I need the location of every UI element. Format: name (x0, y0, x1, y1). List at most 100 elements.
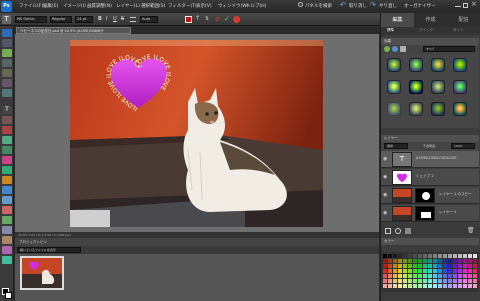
color-swatch[interactable] (407, 268, 412, 273)
color-swatch[interactable] (462, 263, 467, 268)
commit-icon[interactable]: ✓ (224, 15, 230, 23)
color-swatch[interactable] (422, 253, 427, 258)
color-swatch-grid[interactable] (381, 252, 479, 288)
color-swatch[interactable] (457, 268, 462, 273)
effect-thumbnail-3[interactable] (431, 58, 445, 72)
color-swatch[interactable] (392, 283, 397, 288)
color-swatch[interactable] (387, 273, 392, 278)
color-swatch[interactable] (447, 268, 452, 273)
color-swatch[interactable] (407, 263, 412, 268)
spot-healing-tool-icon[interactable] (2, 136, 12, 144)
color-swatch[interactable] (397, 278, 402, 283)
menu-enhance[interactable]: 画質調整(N) (87, 3, 112, 9)
font-style-select[interactable]: Regular (50, 16, 72, 23)
search-icon[interactable] (298, 2, 303, 7)
color-swatch[interactable] (472, 278, 477, 283)
color-swatch[interactable] (412, 273, 417, 278)
tab-share[interactable]: 配信 (447, 13, 480, 27)
color-swatch[interactable] (422, 273, 427, 278)
font-family-select[interactable]: MS Gothic (15, 16, 47, 23)
color-swatch[interactable] (417, 268, 422, 273)
color-swatch[interactable] (382, 273, 387, 278)
color-swatch[interactable] (387, 278, 392, 283)
color-swatch[interactable] (457, 283, 462, 288)
color-swatch[interactable] (442, 268, 447, 273)
color-swatch[interactable] (452, 253, 457, 258)
color-swatch[interactable] (387, 263, 392, 268)
color-swatch[interactable] (462, 258, 467, 263)
color-swatch[interactable] (462, 273, 467, 278)
color-swatch[interactable] (387, 283, 392, 288)
color-swatch[interactable] (422, 258, 427, 263)
color-swatch[interactable] (412, 258, 417, 263)
undo-button[interactable]: 取り消し (349, 3, 367, 9)
color-swatch[interactable] (437, 278, 442, 283)
lasso-tool-icon[interactable] (2, 69, 12, 77)
project-bin-header[interactable]: プロジェクトビン (15, 238, 379, 246)
crop-tool-icon[interactable] (2, 116, 12, 124)
color-swatch[interactable] (382, 258, 387, 263)
color-swatch[interactable] (437, 273, 442, 278)
cancel-icon[interactable]: ⊘ (215, 16, 220, 23)
color-swatch[interactable] (467, 263, 472, 268)
color-swatch[interactable] (472, 263, 477, 268)
subtab-guided[interactable]: ガイド (453, 28, 464, 33)
gradient-tool-icon[interactable] (2, 196, 12, 204)
photo-canvas[interactable]: ILOVE ILOVE ILOVE ILOVE ILOVE ILOVE ILOV… (70, 40, 323, 227)
color-swatch[interactable] (447, 253, 452, 258)
color-swatch[interactable] (412, 263, 417, 268)
color-swatch[interactable] (412, 253, 417, 258)
color-panel-header[interactable]: カラー (381, 238, 479, 245)
color-swatch[interactable] (417, 258, 422, 263)
effect-thumbnail-1[interactable] (387, 58, 401, 72)
color-swatch[interactable] (397, 268, 402, 273)
effect-thumbnail-10[interactable] (409, 102, 423, 116)
color-swatch[interactable] (392, 268, 397, 273)
color-swatch[interactable] (432, 268, 437, 273)
color-swatch[interactable] (417, 263, 422, 268)
color-swatch[interactable] (442, 263, 447, 268)
eye-icon[interactable]: ◉ (383, 174, 389, 180)
document-tab[interactable]: ベビーネコの記念日.psd @ 42.9% (ILOVE,RGB/8)* (16, 27, 131, 34)
align-left-icon[interactable] (130, 17, 136, 22)
menu-window[interactable]: ウィンドウ(W) (218, 3, 248, 9)
color-swatch[interactable] (402, 278, 407, 283)
effect-thumbnail-5[interactable] (387, 80, 401, 94)
color-swatch[interactable] (407, 273, 412, 278)
tab-create[interactable]: 作成 (414, 13, 447, 27)
layer-styles-icon[interactable] (392, 46, 398, 52)
tab-edit[interactable]: 編集 (381, 13, 414, 27)
color-swatch[interactable] (437, 283, 442, 288)
color-swatch[interactable] (447, 263, 452, 268)
adjustment-layer-icon[interactable] (395, 228, 401, 234)
color-swatch[interactable] (472, 283, 477, 288)
menu-view[interactable]: 表示(V) (196, 3, 212, 9)
color-swatch[interactable] (447, 258, 452, 263)
strikethrough-icon[interactable]: S (121, 16, 124, 22)
redo-icon[interactable]: ↷ (370, 1, 376, 9)
color-swatch[interactable] (442, 253, 447, 258)
color-swatch[interactable] (402, 263, 407, 268)
color-swatch[interactable] (402, 283, 407, 288)
color-swatch[interactable] (457, 258, 462, 263)
color-swatch[interactable] (452, 258, 457, 263)
undo-icon[interactable]: ↶ (340, 1, 346, 9)
color-swatch[interactable] (437, 268, 442, 273)
eraser-tool-icon[interactable] (2, 156, 12, 164)
effect-thumbnail-6[interactable] (409, 80, 423, 94)
color-swatch[interactable] (402, 258, 407, 263)
color-swatch[interactable] (392, 278, 397, 283)
pencil-tool-icon[interactable] (2, 176, 12, 184)
color-swatch[interactable] (432, 258, 437, 263)
color-swatch[interactable] (467, 258, 472, 263)
organizer-button[interactable]: オーガナイザー (404, 3, 436, 9)
color-swatch[interactable] (472, 253, 477, 258)
eye-icon[interactable]: ◉ (383, 192, 389, 198)
color-swatch[interactable] (447, 283, 452, 288)
color-swatch[interactable] (457, 273, 462, 278)
color-swatch[interactable] (422, 278, 427, 283)
brush-tool-icon[interactable] (2, 166, 12, 174)
color-swatch[interactable] (452, 283, 457, 288)
color-swatch[interactable] (452, 278, 457, 283)
effect-thumbnail-12[interactable] (453, 102, 467, 116)
